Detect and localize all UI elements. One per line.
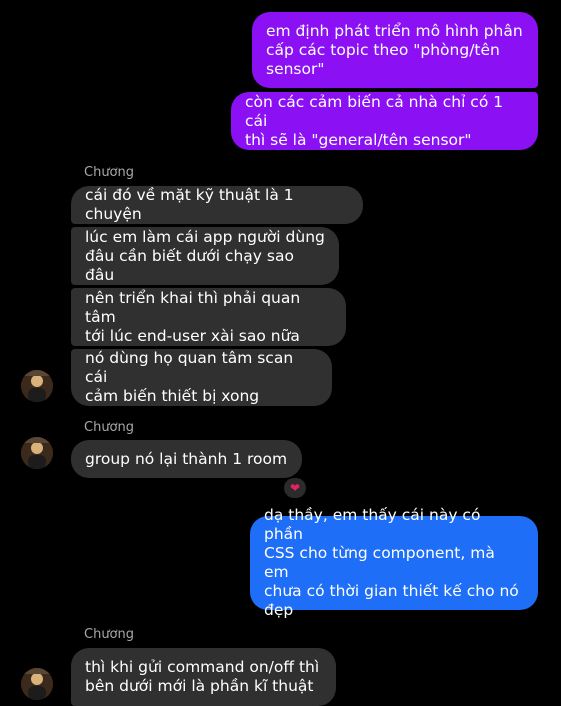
incoming-message[interactable]: lúc em làm cái app người dùng đâu cần bi… xyxy=(71,227,339,285)
avatar[interactable] xyxy=(21,437,53,469)
incoming-message[interactable]: group nó lại thành 1 room xyxy=(71,440,302,478)
avatar[interactable] xyxy=(21,370,53,402)
sender-name: Chương xyxy=(84,420,135,435)
outgoing-message[interactable]: em định phát triển mô hình phân cấp các … xyxy=(252,12,538,88)
outgoing-message[interactable]: dạ thầy, em thấy cái này có phần CSS cho… xyxy=(250,506,538,619)
incoming-message[interactable]: thì khi gửi command on/off thì bên dưới … xyxy=(71,648,336,706)
incoming-message[interactable]: cái đó về mặt kỹ thuật là 1 chuyện xyxy=(71,186,363,224)
heart-icon[interactable]: ❤ xyxy=(284,478,306,498)
incoming-message[interactable]: nên triển khai thì phải quan tâm tới lúc… xyxy=(71,288,346,346)
sender-name: Chương xyxy=(84,165,135,180)
avatar[interactable] xyxy=(21,668,53,700)
incoming-message[interactable]: nó dùng họ quan tâm scan cái cảm biến th… xyxy=(71,349,332,406)
sender-name: Chương xyxy=(84,627,135,642)
outgoing-message[interactable]: còn các cảm biến cả nhà chỉ có 1 cái thì… xyxy=(231,92,538,150)
